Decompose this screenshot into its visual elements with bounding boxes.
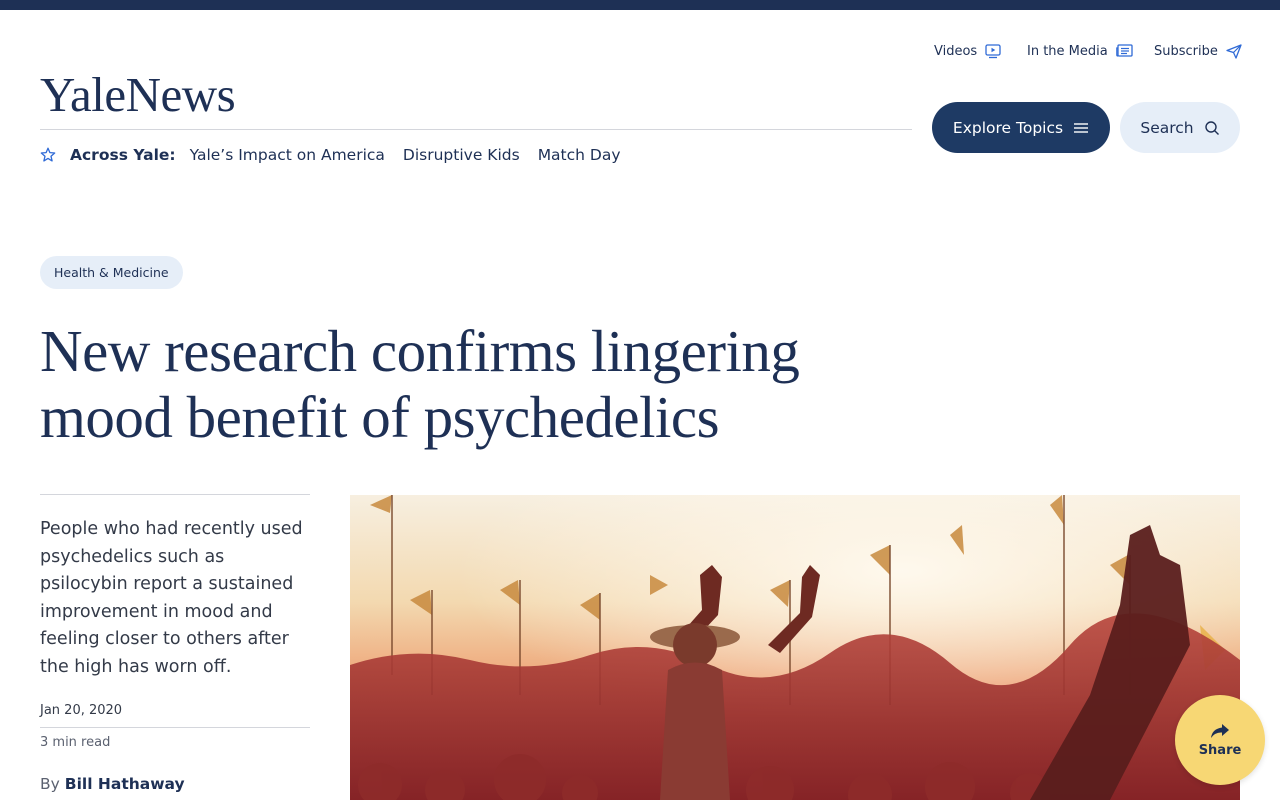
site-logo[interactable]: YaleNews (40, 70, 236, 119)
top-bar (0, 0, 1280, 10)
read-time: 3 min read (40, 735, 111, 750)
across-yale-label: Across Yale: (70, 146, 176, 164)
star-icon (40, 147, 56, 163)
meta-divider (40, 727, 310, 728)
menu-icon (1074, 122, 1089, 133)
across-yale-bar: Across Yale: Yale’s Impact on America Di… (40, 144, 639, 166)
newspaper-icon (1115, 44, 1133, 57)
in-the-media-label: In the Media (1027, 43, 1108, 59)
videos-link[interactable]: Videos (934, 42, 1001, 60)
article-title: New research confirms lingering mood ben… (40, 318, 800, 450)
explore-topics-button[interactable]: Explore Topics (932, 102, 1110, 153)
subscribe-link[interactable]: Subscribe (1154, 42, 1242, 60)
search-button[interactable]: Search (1120, 102, 1240, 153)
videos-label: Videos (934, 43, 978, 59)
share-button[interactable]: Share (1175, 695, 1265, 785)
byline: By Bill Hathaway (40, 775, 185, 793)
across-yale-link-disruptive-kids[interactable]: Disruptive Kids (403, 146, 520, 164)
paper-plane-icon (1226, 43, 1242, 59)
across-yale-link-impact[interactable]: Yale’s Impact on America (190, 146, 385, 164)
publish-date: Jan 20, 2020 (40, 703, 123, 718)
hero-image (350, 495, 1240, 800)
summary-divider (40, 494, 310, 495)
header-divider (40, 129, 912, 130)
search-label: Search (1140, 118, 1194, 137)
share-arrow-icon (1211, 723, 1229, 738)
article-summary: People who had recently used psychedelic… (40, 519, 303, 677)
play-icon (985, 43, 1001, 58)
subscribe-label: Subscribe (1154, 43, 1218, 59)
category-tag[interactable]: Health & Medicine (40, 256, 183, 289)
author-name[interactable]: Bill Hathaway (65, 775, 185, 793)
share-label: Share (1198, 742, 1242, 758)
across-yale-link-match-day[interactable]: Match Day (538, 146, 621, 164)
explore-topics-label: Explore Topics (952, 118, 1064, 137)
search-icon (1204, 120, 1219, 135)
in-the-media-link[interactable]: In the Media (1027, 42, 1133, 60)
byline-prefix: By (40, 775, 60, 793)
